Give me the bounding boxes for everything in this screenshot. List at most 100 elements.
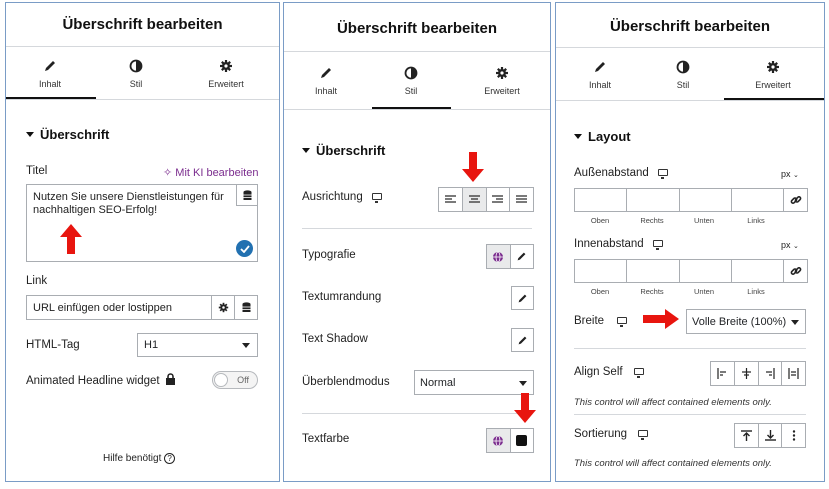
text-shadow-label: Text Shadow [302, 333, 368, 345]
text-color-label: Textfarbe [302, 433, 350, 445]
caret-down-icon [26, 132, 34, 138]
section-header[interactable]: Überschrift [26, 127, 109, 142]
text-stroke-label: Textumrandung [302, 291, 382, 303]
pencil-icon [595, 62, 605, 72]
caret-down-icon [302, 148, 310, 154]
color-swatch-button[interactable] [511, 429, 534, 452]
desktop-icon [617, 317, 628, 328]
tab-inhalt[interactable]: Inhalt [570, 60, 630, 90]
typography-controls [486, 244, 534, 269]
animated-headline-toggle[interactable]: Off [212, 371, 258, 389]
global-color-button[interactable] [487, 429, 511, 452]
order-label: Sortierung [574, 428, 649, 441]
padding-right-input[interactable] [626, 259, 679, 283]
help-link[interactable]: Hilfe benötigt ? [103, 453, 176, 464]
align-right-icon [492, 195, 504, 203]
padding-left-input[interactable] [730, 259, 784, 283]
more-vertical-icon [792, 430, 795, 441]
red-arrow-down-annotation [462, 152, 484, 182]
margin-unit-select[interactable]: px ⌄ [781, 169, 799, 179]
half-circle-icon [129, 59, 143, 73]
desktop-icon [638, 430, 649, 441]
width-select[interactable]: Volle Breite (100%) [686, 309, 806, 334]
link-dynamic-tags-button[interactable] [234, 295, 258, 320]
edit-text-stroke-button[interactable] [511, 286, 534, 310]
global-typography-button[interactable] [487, 245, 511, 268]
tab-stil[interactable]: Stil [653, 60, 713, 90]
align-center-button[interactable] [462, 188, 487, 211]
align-self-stretch-button[interactable] [782, 362, 805, 385]
align-end-icon [766, 368, 775, 379]
align-justify-button[interactable] [510, 188, 533, 211]
align-self-label: Align Self [574, 366, 644, 379]
title-label: Titel [26, 165, 48, 177]
edit-text-shadow-button[interactable] [511, 328, 534, 352]
tab-stil[interactable]: Stil [381, 66, 441, 96]
margin-bottom-input[interactable] [678, 188, 731, 212]
blend-mode-label: Überblendmodus [302, 376, 390, 388]
padding-bottom-input[interactable] [678, 259, 731, 283]
align-self-end-button[interactable] [759, 362, 783, 385]
pencil-icon [518, 294, 527, 302]
link-options-button[interactable] [211, 295, 235, 320]
alignment-button-group [438, 187, 534, 212]
order-last-button[interactable] [759, 424, 783, 447]
red-arrow-up-annotation [60, 224, 82, 254]
margin-label: Außenabstand [574, 167, 669, 180]
margin-top-input[interactable] [574, 188, 627, 212]
align-self-button-group [710, 361, 806, 386]
help-icon: ? [164, 453, 176, 464]
link-icon [790, 267, 801, 275]
tab-inhalt[interactable]: Inhalt [296, 66, 356, 96]
database-icon [242, 302, 250, 312]
ai-edit-link[interactable]: ✧ Mit KI bearbeiten [163, 166, 258, 179]
chevron-down-icon: ⌄ [793, 172, 799, 179]
dynamic-tags-button[interactable] [236, 184, 258, 206]
pencil-icon [321, 68, 331, 78]
order-note: This control will affect contained eleme… [574, 458, 772, 469]
edit-typography-button[interactable] [511, 245, 534, 268]
gear-icon [496, 67, 508, 79]
align-self-center-button[interactable] [735, 362, 759, 385]
padding-unit-select[interactable]: px ⌄ [781, 240, 799, 250]
section-header[interactable]: Layout [574, 129, 631, 144]
tab-erweitert[interactable]: Erweitert [743, 60, 803, 90]
desktop-icon [371, 193, 382, 204]
tab-inhalt[interactable]: Inhalt [20, 59, 80, 89]
panel-title: Überschrift bearbeiten [62, 16, 223, 33]
tab-stil[interactable]: Stil [106, 59, 166, 89]
caret-down-icon [574, 134, 582, 140]
panel-title: Überschrift bearbeiten [336, 20, 498, 37]
lock-icon [166, 373, 175, 385]
padding-link-button[interactable] [784, 259, 808, 283]
html-tag-label: HTML-Tag [26, 339, 80, 351]
chevron-down-icon: ⌄ [793, 243, 799, 250]
pencil-icon [45, 61, 55, 71]
html-tag-select[interactable]: H1 [137, 333, 258, 357]
tab-erweitert[interactable]: Erweitert [196, 59, 256, 89]
red-arrow-down-annotation [514, 393, 536, 423]
align-left-button[interactable] [439, 188, 463, 211]
margin-link-button[interactable] [784, 188, 808, 212]
sparkle-icon: ✧ [163, 167, 173, 179]
alignment-label: Ausrichtung [302, 191, 382, 204]
align-self-start-button[interactable] [711, 362, 735, 385]
section-header[interactable]: Überschrift [302, 143, 385, 158]
order-first-button[interactable] [735, 424, 759, 447]
tab-erweitert[interactable]: Erweitert [472, 66, 532, 96]
link-input[interactable]: URL einfügen oder lostippen [26, 295, 258, 320]
color-swatch [516, 435, 528, 446]
padding-top-input[interactable] [574, 259, 627, 283]
panel-advanced-tab: Überschrift bearbeiten Inhalt Stil Erwei… [555, 2, 825, 482]
order-button-group [734, 423, 806, 448]
link-icon [790, 196, 801, 204]
text-color-controls [486, 428, 534, 453]
blend-mode-select[interactable]: Normal [414, 370, 534, 395]
margin-right-input[interactable] [626, 188, 679, 212]
margin-left-input[interactable] [730, 188, 784, 212]
order-more-button[interactable] [782, 424, 805, 447]
pencil-icon [517, 252, 526, 261]
link-label: Link [26, 275, 48, 287]
align-center-icon [741, 368, 751, 379]
align-right-button[interactable] [487, 188, 511, 211]
